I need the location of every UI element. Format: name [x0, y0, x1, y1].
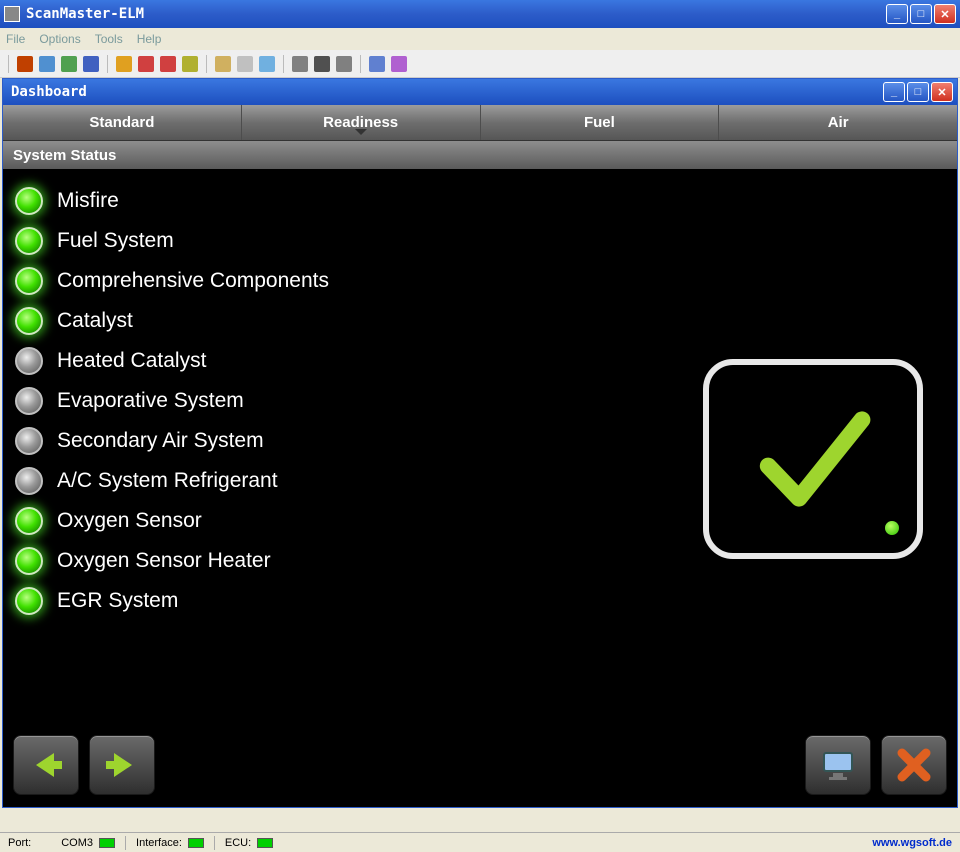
next-button[interactable] — [89, 735, 155, 795]
tab-air[interactable]: Air — [719, 105, 957, 140]
menu-file[interactable]: File — [6, 32, 25, 46]
dashboard-window: Dashboard _ □ ✕ StandardReadinessFuelAir… — [2, 78, 958, 808]
previous-button[interactable] — [13, 735, 79, 795]
section-header: System Status — [3, 141, 957, 169]
inner-maximize-button[interactable]: □ — [907, 82, 929, 102]
toolbar-icon[interactable] — [160, 56, 176, 72]
toolbar-icon[interactable] — [182, 56, 198, 72]
bottom-nav — [13, 735, 947, 797]
toolbar-icon[interactable] — [215, 56, 231, 72]
website-link[interactable]: www.wgsoft.de — [872, 837, 952, 849]
ecu-label: ECU: — [225, 837, 251, 849]
ecu-led — [257, 838, 273, 848]
status-label: Catalyst — [57, 309, 133, 333]
close-button[interactable]: ✕ — [934, 4, 956, 24]
tabs: StandardReadinessFuelAir — [3, 105, 957, 141]
status-row: Misfire — [15, 187, 945, 215]
status-label: Comprehensive Components — [57, 269, 329, 293]
status-led — [15, 267, 43, 295]
toolbar-icon[interactable] — [39, 56, 55, 72]
app-title: ScanMaster-ELM — [26, 6, 886, 22]
inner-titlebar: Dashboard _ □ ✕ — [3, 79, 957, 105]
tab-fuel[interactable]: Fuel — [481, 105, 720, 140]
toolbar-icon[interactable] — [314, 56, 330, 72]
menubar: File Options Tools Help — [0, 28, 960, 50]
interface-led — [188, 838, 204, 848]
status-led — [15, 227, 43, 255]
port-value: COM3 — [61, 837, 93, 849]
check-icon — [743, 389, 883, 529]
status-label: Oxygen Sensor Heater — [57, 549, 271, 573]
toolbar-icon[interactable] — [369, 56, 385, 72]
content-area: Misfire Fuel System Comprehensive Componen… — [3, 169, 957, 807]
port-label: Port: — [8, 837, 31, 849]
statusbar: Port: COM3 Interface: ECU: www.wgsoft.de — [0, 832, 960, 852]
status-row: EGR System — [15, 587, 945, 615]
x-icon — [894, 745, 934, 785]
status-led — [15, 467, 43, 495]
status-label: Evaporative System — [57, 389, 244, 413]
interface-label: Interface: — [136, 837, 182, 849]
tab-readiness[interactable]: Readiness — [242, 105, 481, 140]
menu-help[interactable]: Help — [137, 32, 162, 46]
menu-tools[interactable]: Tools — [95, 32, 123, 46]
status-row: Comprehensive Components — [15, 267, 945, 295]
toolbar — [0, 50, 960, 78]
status-row: Fuel System — [15, 227, 945, 255]
status-label: A/C System Refrigerant — [57, 469, 278, 493]
monitor-button[interactable] — [805, 735, 871, 795]
status-label: Fuel System — [57, 229, 174, 253]
toolbar-icon[interactable] — [116, 56, 132, 72]
toolbar-icon[interactable] — [237, 56, 253, 72]
status-label: Misfire — [57, 189, 119, 213]
status-label: Heated Catalyst — [57, 349, 206, 373]
outer-titlebar: ScanMaster-ELM _ □ ✕ — [0, 0, 960, 28]
status-led — [15, 307, 43, 335]
arrow-right-icon — [102, 745, 142, 785]
status-led — [15, 587, 43, 615]
status-led — [15, 427, 43, 455]
tab-standard[interactable]: Standard — [3, 105, 242, 140]
inner-title: Dashboard — [11, 84, 883, 100]
status-led — [15, 387, 43, 415]
readiness-check-card — [703, 359, 923, 559]
toolbar-icon[interactable] — [83, 56, 99, 72]
minimize-button[interactable]: _ — [886, 4, 908, 24]
status-led — [15, 187, 43, 215]
arrow-left-icon — [26, 745, 66, 785]
toolbar-icon[interactable] — [138, 56, 154, 72]
status-led — [15, 347, 43, 375]
port-led — [99, 838, 115, 848]
maximize-button[interactable]: □ — [910, 4, 932, 24]
toolbar-icon[interactable] — [17, 56, 33, 72]
status-dot — [885, 521, 899, 535]
status-led — [15, 507, 43, 535]
cancel-button[interactable] — [881, 735, 947, 795]
toolbar-icon[interactable] — [336, 56, 352, 72]
toolbar-icon[interactable] — [259, 56, 275, 72]
inner-close-button[interactable]: ✕ — [931, 82, 953, 102]
inner-minimize-button[interactable]: _ — [883, 82, 905, 102]
status-row: Catalyst — [15, 307, 945, 335]
status-label: EGR System — [57, 589, 178, 613]
status-led — [15, 547, 43, 575]
monitor-icon — [818, 745, 858, 785]
toolbar-icon[interactable] — [292, 56, 308, 72]
toolbar-icon[interactable] — [61, 56, 77, 72]
menu-options[interactable]: Options — [39, 32, 80, 46]
status-label: Oxygen Sensor — [57, 509, 202, 533]
app-icon — [4, 6, 20, 22]
status-label: Secondary Air System — [57, 429, 264, 453]
toolbar-icon[interactable] — [391, 56, 407, 72]
